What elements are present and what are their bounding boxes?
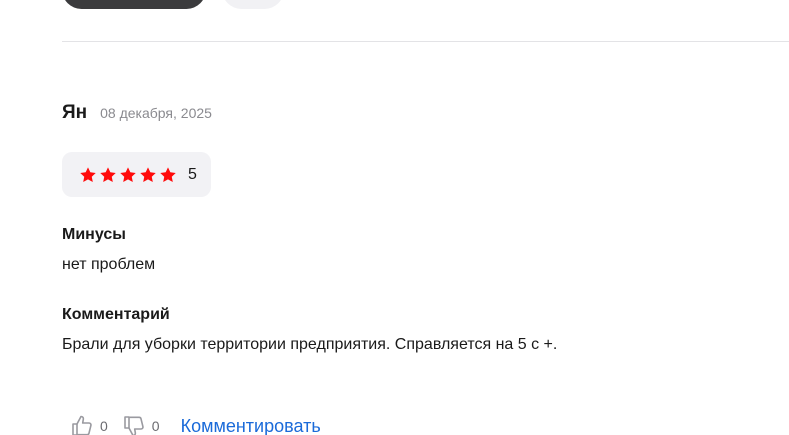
star-icon: [100, 166, 116, 182]
comment-text: Брали для уборки территории предприятия.…: [62, 336, 558, 353]
thumbs-up-icon: [72, 415, 92, 435]
like-count: 0: [100, 418, 108, 434]
cons-text: нет проблем: [62, 256, 156, 273]
review-card: Ян 08 декабря, 2025 5 Минусы нет проблем…: [0, 0, 789, 435]
dislike-count: 0: [151, 418, 160, 434]
rating-stars: [79, 166, 177, 184]
star-icon: [160, 166, 176, 182]
top-primary-button[interactable]: [62, 0, 206, 9]
dislike-button[interactable]: 0: [122, 414, 160, 435]
like-button[interactable]: 0: [70, 414, 108, 435]
rating-badge: 5: [62, 152, 211, 197]
star-icon: [120, 166, 136, 182]
cons-title: Минусы: [62, 226, 126, 243]
comment-link[interactable]: Комментировать: [181, 416, 321, 435]
rating-value: 5: [188, 165, 197, 183]
star-icon: [140, 166, 156, 182]
author-name: Ян: [62, 102, 88, 123]
review-header: Ян 08 декабря, 2025: [62, 102, 212, 124]
thumbs-down-icon: [123, 416, 144, 435]
divider: [62, 41, 789, 42]
review-date: 08 декабря, 2025: [100, 105, 212, 121]
review-actions: 0 0 Комментировать: [70, 414, 321, 435]
star-icon: [80, 166, 96, 182]
top-secondary-button[interactable]: [222, 0, 284, 9]
comment-title: Комментарий: [62, 306, 170, 323]
